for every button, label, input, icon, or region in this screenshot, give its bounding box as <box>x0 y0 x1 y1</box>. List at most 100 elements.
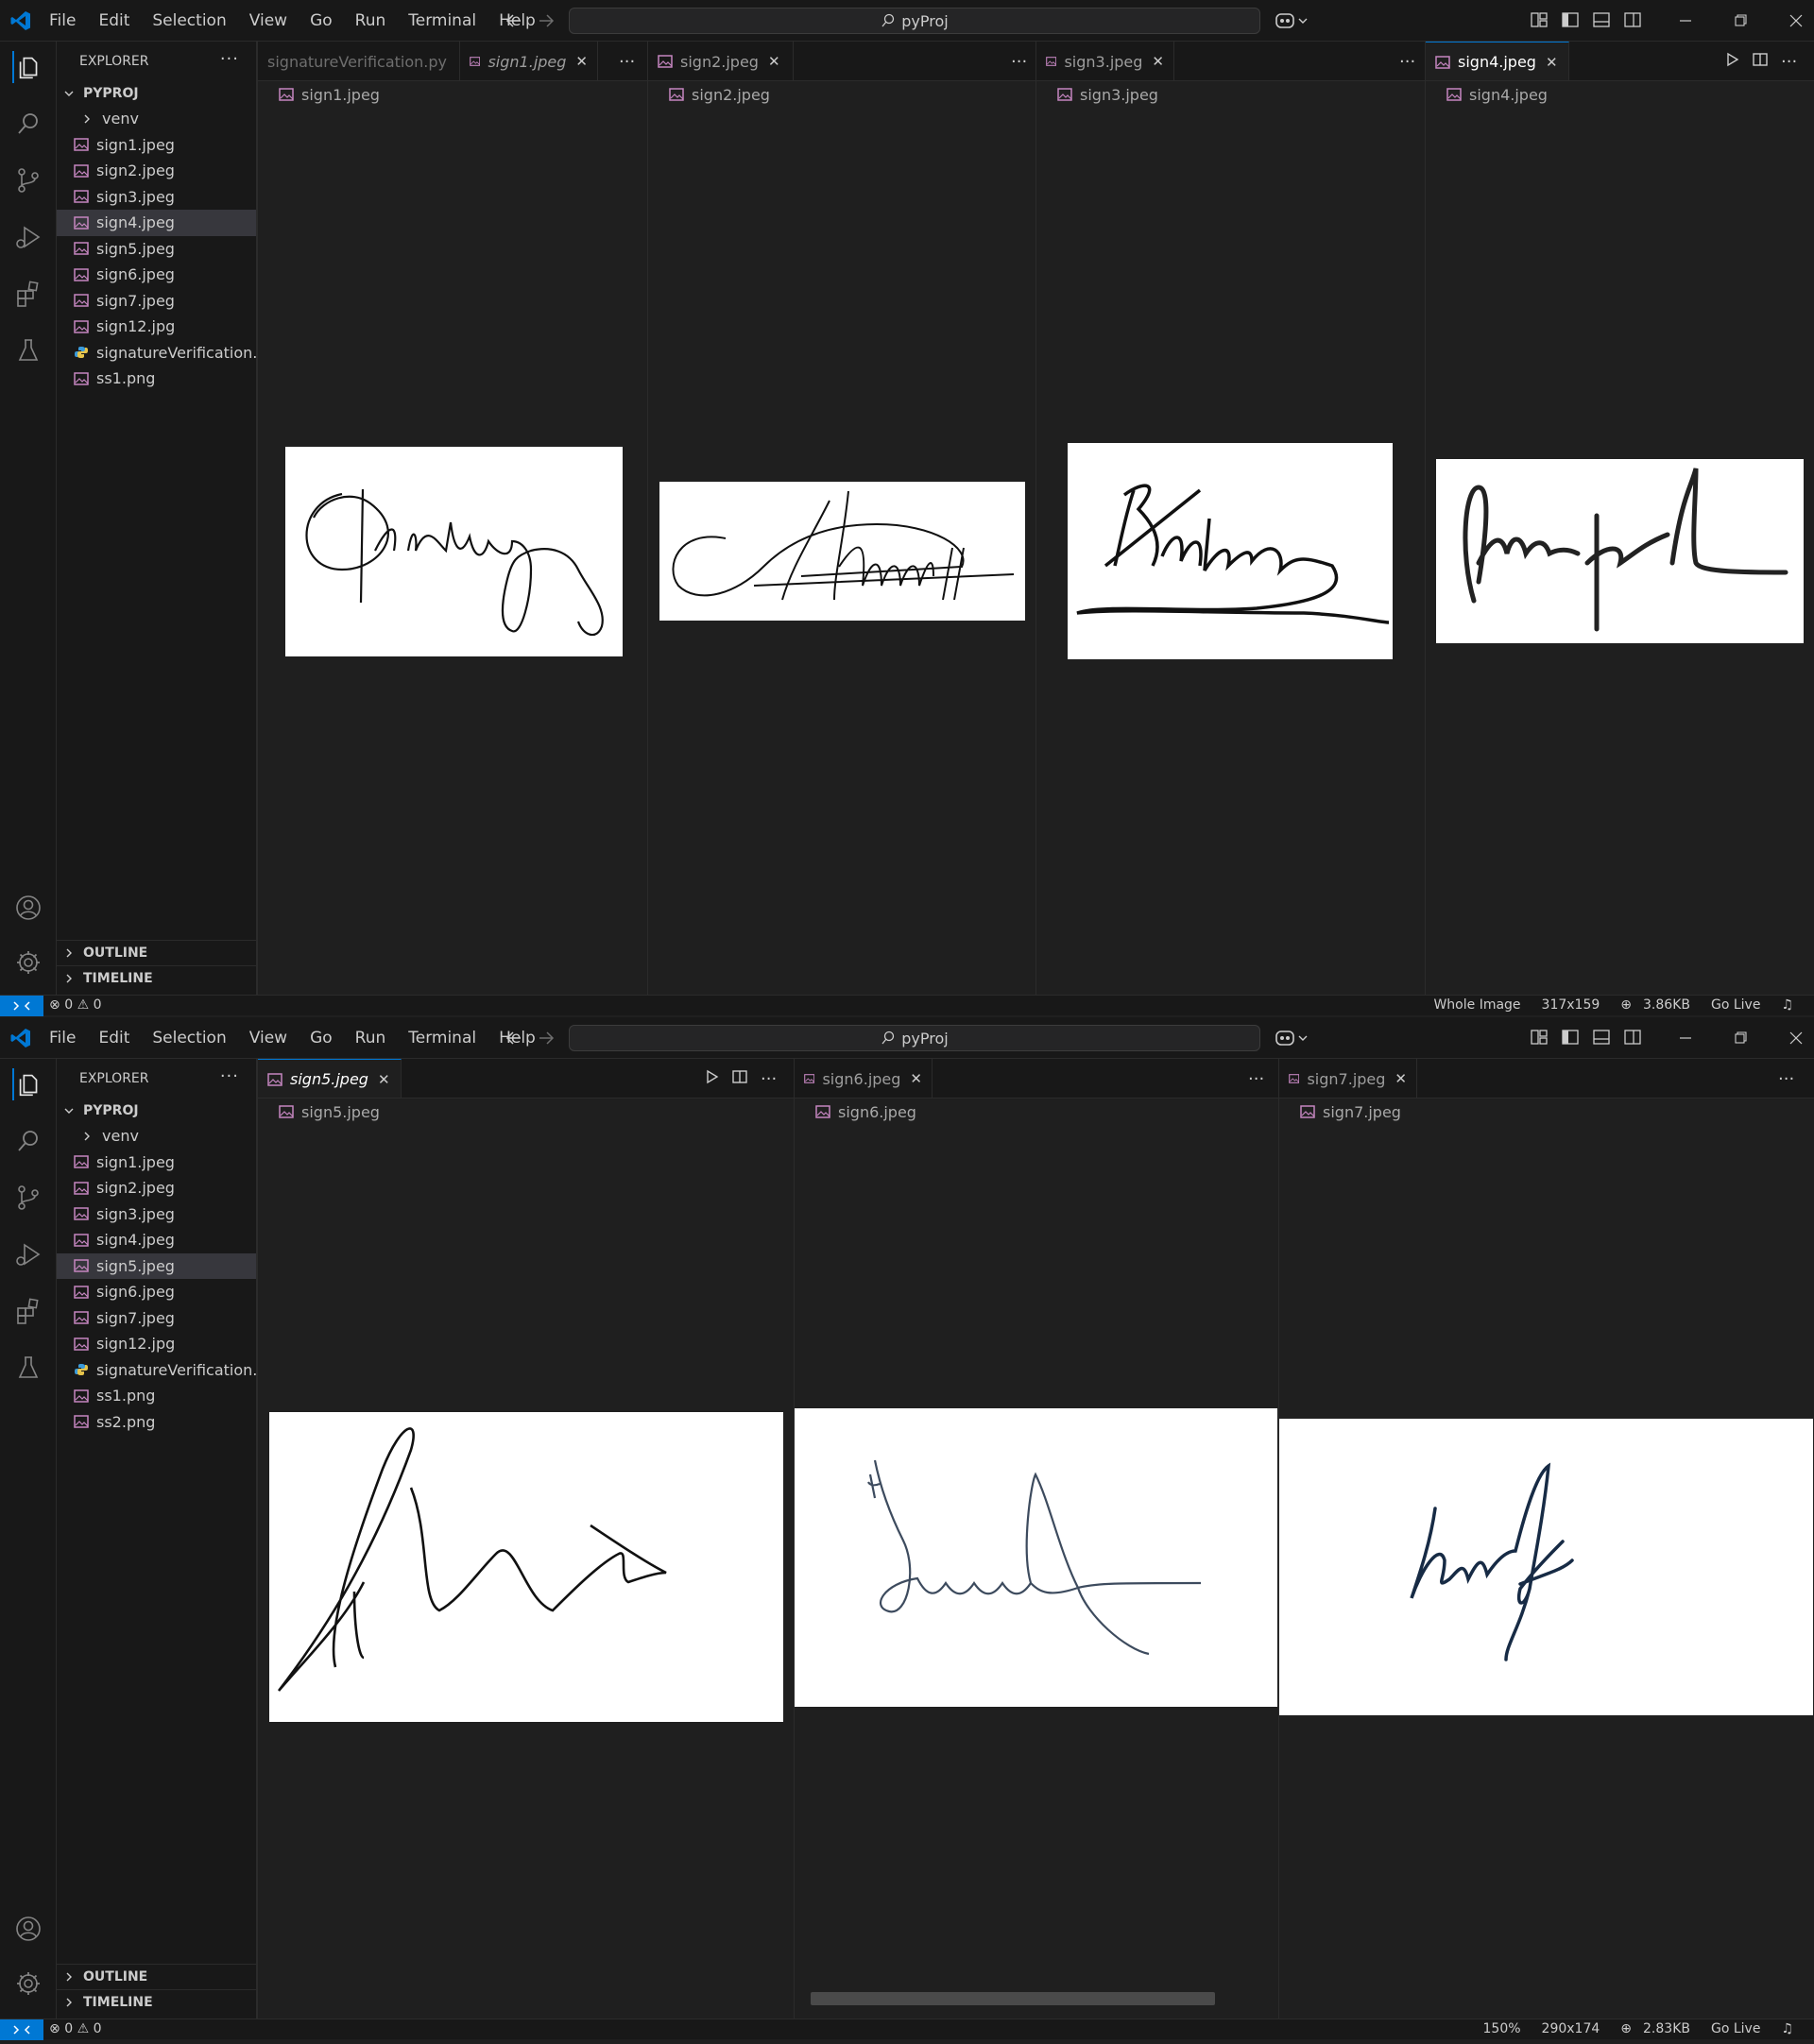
explorer-item[interactable]: sign12.jpg <box>57 1331 256 1357</box>
explorer-item[interactable]: sign6.jpeg <box>57 262 256 288</box>
tab-sign6[interactable]: sign6.jpeg ✕ <box>795 1059 933 1098</box>
explorer-item[interactable]: ss2.png <box>57 1409 256 1436</box>
explorer-item[interactable]: sign3.jpeg <box>57 184 256 211</box>
source-control-icon[interactable] <box>12 1182 44 1214</box>
accounts-icon[interactable] <box>12 1913 44 1945</box>
more-actions-icon[interactable]: ··· <box>761 1069 777 1089</box>
problems-indicator[interactable]: ⊗ 0 ⚠ 0 <box>49 997 102 1013</box>
toggle-secondary-sidebar-icon[interactable] <box>1622 9 1643 30</box>
menu-file[interactable]: File <box>49 1029 76 1048</box>
vscode-logo-icon[interactable] <box>9 9 32 32</box>
menu-go[interactable]: Go <box>310 1029 333 1048</box>
close-tab-icon[interactable]: ✕ <box>1395 1070 1407 1087</box>
explorer-item[interactable]: sign7.jpeg <box>57 288 256 315</box>
horizontal-scrollbar[interactable] <box>811 1992 1215 2005</box>
tab-sign5[interactable]: sign5.jpeg ✕ <box>258 1059 402 1098</box>
search-icon[interactable] <box>12 108 44 140</box>
explorer-item[interactable]: ss1.png <box>57 1383 256 1409</box>
run-icon[interactable] <box>704 1069 719 1089</box>
menu-file[interactable]: File <box>49 11 76 30</box>
menu-terminal[interactable]: Terminal <box>408 11 476 30</box>
close-tab-icon[interactable]: ✕ <box>910 1070 922 1087</box>
explorer-item[interactable]: venv <box>57 106 256 132</box>
explorer-item[interactable]: signatureVerification.py <box>57 340 256 366</box>
outline-section[interactable]: OUTLINE <box>57 940 257 965</box>
explorer-icon[interactable] <box>12 1068 44 1100</box>
toggle-sidebar-icon[interactable] <box>1560 9 1581 30</box>
toggle-secondary-sidebar-icon[interactable] <box>1622 1027 1643 1048</box>
minimize-icon[interactable] <box>1659 9 1714 32</box>
zoom-status[interactable]: 150% <box>1483 2021 1521 2036</box>
restore-icon[interactable] <box>1714 1027 1769 1049</box>
settings-gear-icon[interactable] <box>12 1967 44 2000</box>
menu-go[interactable]: Go <box>310 11 333 30</box>
explorer-item[interactable]: venv <box>57 1123 256 1150</box>
source-control-icon[interactable] <box>12 164 44 196</box>
explorer-item[interactable]: sign12.jpg <box>57 314 256 340</box>
split-editor-icon[interactable] <box>1753 52 1768 72</box>
go-live-button[interactable]: Go Live <box>1711 2021 1760 2036</box>
vscode-logo-icon[interactable] <box>9 1027 32 1049</box>
explorer-item[interactable]: sign6.jpeg <box>57 1279 256 1305</box>
search-icon[interactable] <box>12 1125 44 1157</box>
close-window-icon[interactable] <box>1769 1027 1814 1049</box>
copilot-status-icon[interactable]: ⊕ <box>1620 2021 1632 2036</box>
more-actions-icon[interactable]: ··· <box>220 1066 239 1086</box>
explorer-item[interactable]: sign4.jpeg <box>57 1227 256 1253</box>
outline-section[interactable]: OUTLINE <box>57 1964 257 1989</box>
more-actions-icon[interactable]: ··· <box>1399 52 1415 72</box>
menu-view[interactable]: View <box>249 11 287 30</box>
remote-icon[interactable] <box>0 2019 43 2040</box>
notifications-bell-icon[interactable]: ♫ <box>1781 997 1793 1013</box>
close-tab-icon[interactable]: ✕ <box>1152 53 1164 70</box>
customize-layout-icon[interactable] <box>1529 9 1549 30</box>
menu-selection[interactable]: Selection <box>152 1029 226 1048</box>
explorer-item[interactable]: sign3.jpeg <box>57 1201 256 1228</box>
timeline-section[interactable]: TIMELINE <box>57 965 257 991</box>
extensions-icon[interactable] <box>12 1295 44 1327</box>
project-folder[interactable]: PYPROJ <box>57 1099 256 1123</box>
extensions-icon[interactable] <box>12 278 44 310</box>
close-tab-icon[interactable]: ✕ <box>768 53 780 70</box>
command-center[interactable]: pyProj <box>569 1025 1260 1051</box>
close-tab-icon[interactable]: ✕ <box>575 53 588 70</box>
copilot-icon[interactable] <box>1274 9 1311 32</box>
forward-arrow-icon[interactable] <box>535 9 557 32</box>
problems-indicator[interactable]: ⊗ 0 ⚠ 0 <box>49 2021 102 2036</box>
explorer-item[interactable]: ss1.png <box>57 366 256 392</box>
go-live-button[interactable]: Go Live <box>1711 997 1760 1013</box>
more-actions-icon[interactable]: ··· <box>1248 1069 1264 1089</box>
back-arrow-icon[interactable] <box>503 9 525 32</box>
more-actions-icon[interactable]: ··· <box>1011 52 1027 72</box>
explorer-item[interactable]: sign1.jpeg <box>57 1150 256 1176</box>
more-actions-icon[interactable]: ··· <box>220 49 239 69</box>
explorer-item[interactable]: sign5.jpeg <box>57 1252 256 1279</box>
menu-run[interactable]: Run <box>355 11 386 30</box>
explorer-icon[interactable] <box>12 51 44 83</box>
menu-selection[interactable]: Selection <box>152 11 226 30</box>
settings-gear-icon[interactable] <box>12 946 44 979</box>
menu-edit[interactable]: Edit <box>98 11 129 30</box>
back-arrow-icon[interactable] <box>503 1027 525 1049</box>
accounts-icon[interactable] <box>12 892 44 924</box>
timeline-section[interactable]: TIMELINE <box>57 1989 257 2015</box>
run-icon[interactable] <box>1724 52 1739 72</box>
explorer-item[interactable]: sign1.jpeg <box>57 132 256 159</box>
menu-run[interactable]: Run <box>355 1029 386 1048</box>
zoom-status[interactable]: Whole Image <box>1433 997 1520 1013</box>
explorer-item[interactable]: sign7.jpeg <box>57 1305 256 1332</box>
tab-signatureverification[interactable]: signatureVerification.py <box>258 42 460 80</box>
command-center[interactable]: pyProj <box>569 8 1260 34</box>
explorer-item[interactable]: sign4.jpeg <box>57 210 256 236</box>
restore-icon[interactable] <box>1714 9 1769 32</box>
toggle-sidebar-icon[interactable] <box>1560 1027 1581 1048</box>
run-and-debug-icon[interactable] <box>12 1238 44 1270</box>
tab-sign1[interactable]: sign1.jpeg ✕ <box>460 42 598 80</box>
more-actions-icon[interactable]: ··· <box>1778 1069 1794 1089</box>
tab-sign4[interactable]: sign4.jpeg ✕ <box>1426 42 1569 80</box>
copilot-status-icon[interactable]: ⊕ <box>1620 997 1632 1013</box>
split-editor-icon[interactable] <box>732 1069 747 1089</box>
explorer-item[interactable]: sign2.jpeg <box>57 158 256 184</box>
copilot-icon[interactable] <box>1274 1027 1311 1049</box>
close-tab-icon[interactable]: ✕ <box>1546 54 1558 71</box>
